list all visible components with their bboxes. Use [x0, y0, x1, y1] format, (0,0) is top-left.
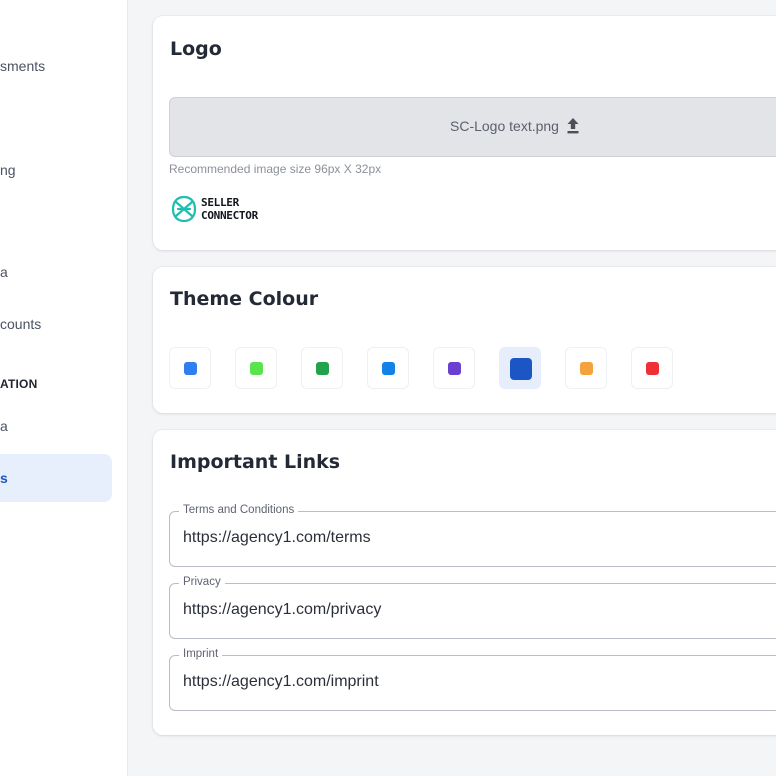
theme-colour-title: Theme Colour	[170, 288, 319, 310]
logo-upload-dropzone[interactable]: SC-Logo text.png	[169, 97, 776, 157]
colour-swatch-dot	[646, 362, 659, 375]
colour-swatch-dot	[250, 362, 263, 375]
colour-swatch[interactable]	[235, 347, 277, 389]
colour-swatch[interactable]	[565, 347, 607, 389]
sidebar-item[interactable]: ng	[0, 162, 16, 178]
colour-swatch[interactable]	[631, 347, 673, 389]
upload-hint: Recommended image size 96px X 32px	[169, 162, 382, 176]
logo-card-title: Logo	[170, 38, 222, 60]
colour-swatch[interactable]	[499, 347, 541, 389]
imprint-field-value[interactable]: https://agency1.com/imprint	[183, 673, 379, 691]
terms-field-label: Terms and Conditions	[179, 504, 299, 516]
sidebar-item-active-label: s	[0, 470, 8, 486]
privacy-field-value[interactable]: https://agency1.com/privacy	[183, 601, 381, 619]
brand-logo: SELLER CONNECTOR	[170, 194, 258, 224]
important-links-title: Important Links	[170, 451, 341, 473]
terms-field-value[interactable]: https://agency1.com/terms	[183, 529, 371, 547]
brand-line-1: SELLER	[201, 196, 239, 209]
colour-swatch[interactable]	[433, 347, 475, 389]
sidebar: sments ng a counts ATION a s	[0, 0, 128, 776]
upload-icon	[567, 118, 579, 134]
colour-swatch-dot	[510, 358, 532, 380]
theme-colour-card: Theme Colour	[153, 267, 776, 413]
colour-swatch-dot	[184, 362, 197, 375]
upload-filename: SC-Logo text.png	[450, 118, 559, 134]
colour-swatch-dot	[382, 362, 395, 375]
brand-line-2: CONNECTOR	[201, 209, 258, 222]
privacy-field-label: Privacy	[179, 576, 225, 588]
colour-swatch-dot	[580, 362, 593, 375]
sidebar-section-header: ATION	[0, 377, 38, 391]
sidebar-item[interactable]: sments	[0, 58, 45, 74]
colour-swatch-dot	[448, 362, 461, 375]
sidebar-item[interactable]: a	[0, 264, 8, 280]
seller-connector-logo-icon	[171, 195, 197, 223]
colour-swatch[interactable]	[367, 347, 409, 389]
sidebar-item[interactable]: counts	[0, 316, 41, 332]
imprint-field[interactable]: Imprint https://agency1.com/imprint	[169, 648, 776, 711]
imprint-field-label: Imprint	[179, 648, 223, 660]
privacy-field[interactable]: Privacy https://agency1.com/privacy	[169, 576, 776, 639]
colour-swatch[interactable]	[169, 347, 211, 389]
colour-swatch-dot	[316, 362, 329, 375]
sidebar-item[interactable]: a	[0, 418, 8, 434]
important-links-card: Important Links Terms and Conditions htt…	[153, 430, 776, 735]
sidebar-item-active[interactable]	[0, 454, 112, 502]
colour-swatch[interactable]	[301, 347, 343, 389]
terms-field[interactable]: Terms and Conditions https://agency1.com…	[169, 504, 776, 567]
logo-card: Logo SC-Logo text.png Recommended image …	[153, 16, 776, 250]
